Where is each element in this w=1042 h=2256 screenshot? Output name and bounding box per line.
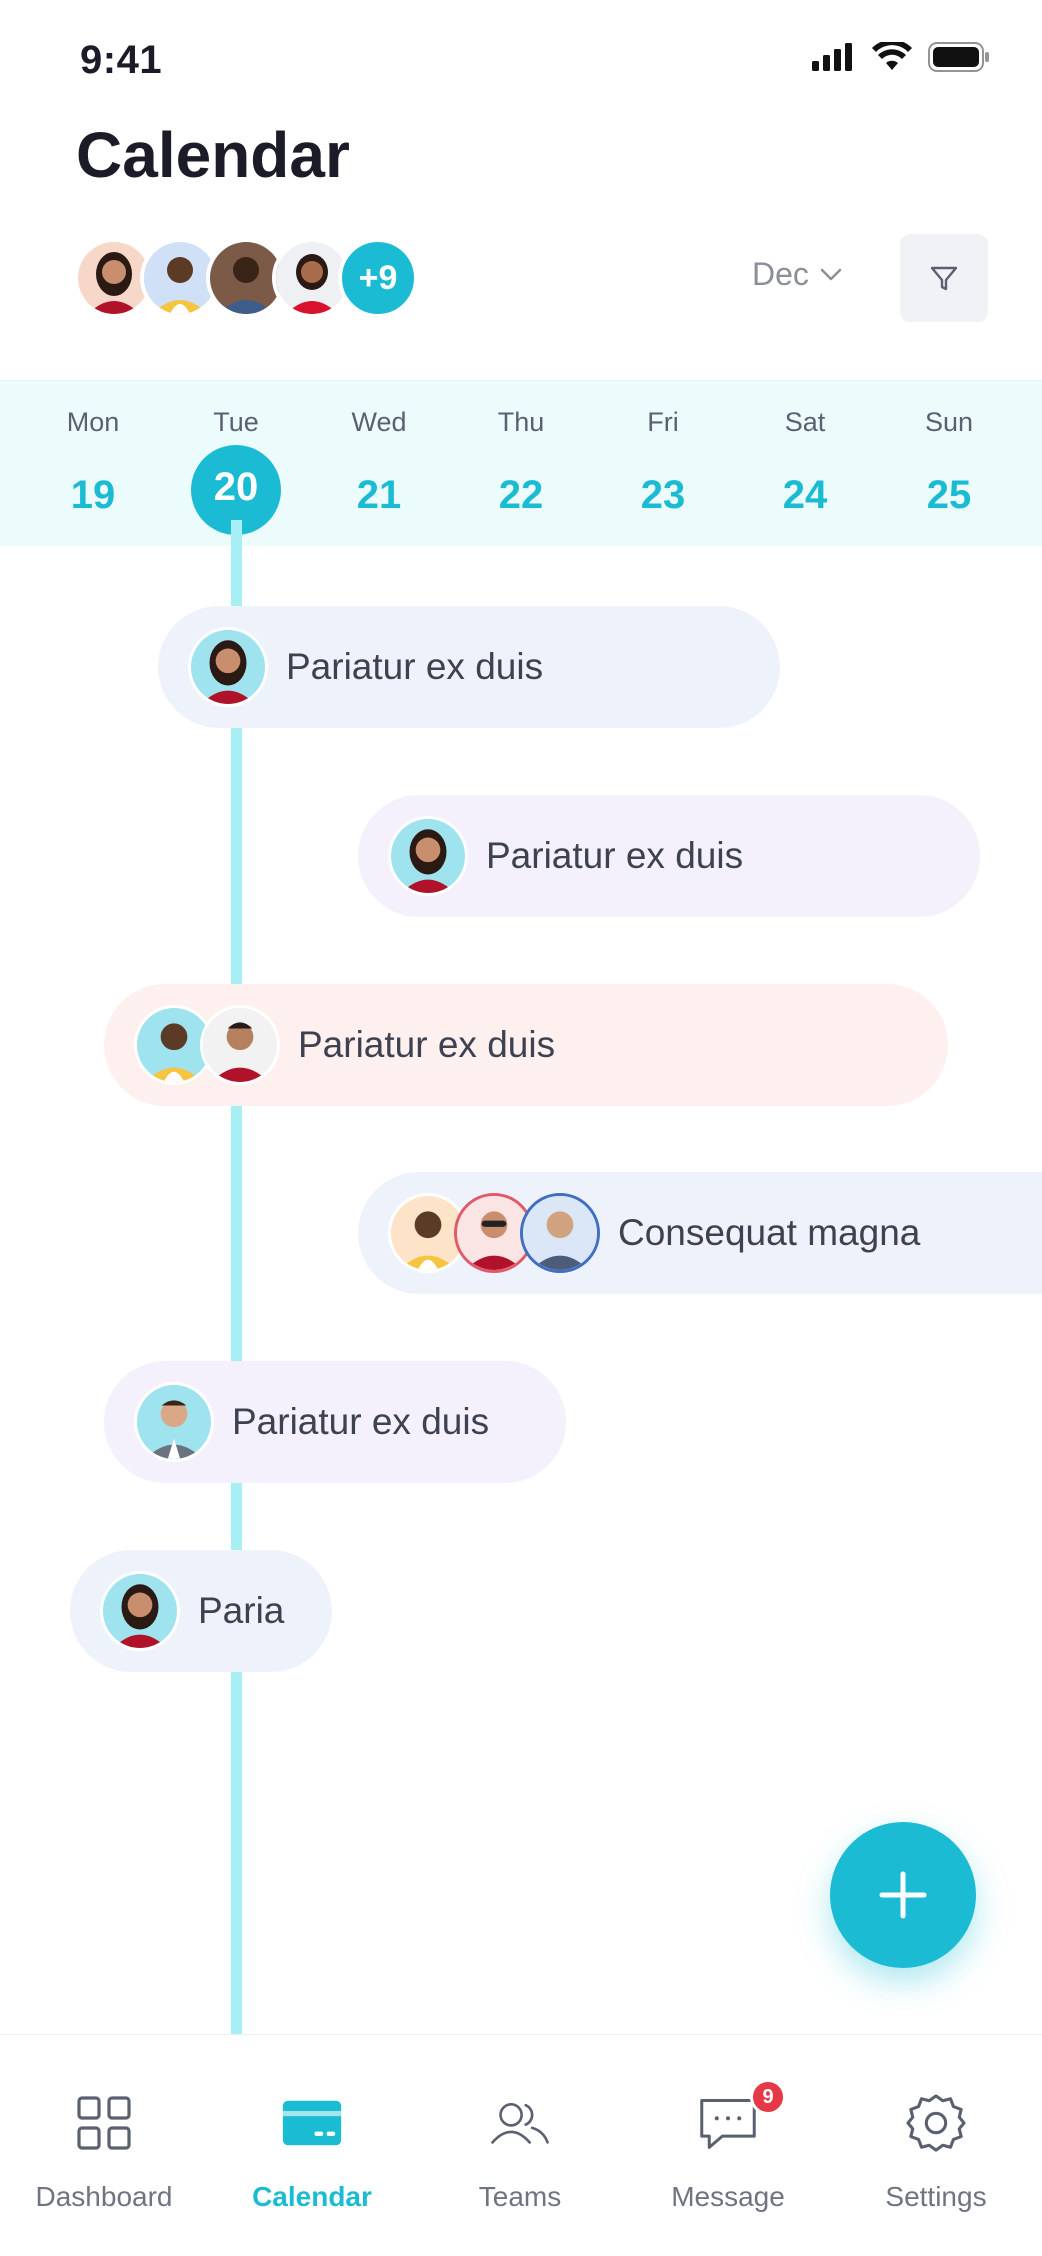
nav-label: Teams xyxy=(478,2181,562,2212)
week-strip: Mon 19 Tue 20 Wed 21 Thu 22 Fri 23 Sat 2… xyxy=(0,380,1042,546)
day-number: 20 xyxy=(213,465,259,509)
avatar xyxy=(520,1193,600,1273)
day-number: 25 xyxy=(926,473,972,517)
month-select[interactable]: Dec xyxy=(752,256,843,293)
more-members-badge[interactable]: +9 xyxy=(338,238,418,318)
event-title: Pariatur ex duis xyxy=(232,1401,490,1442)
day-number: 22 xyxy=(498,473,544,517)
event-attendees xyxy=(188,627,268,707)
avatar xyxy=(100,1571,180,1651)
grid-icon xyxy=(74,2093,134,2153)
event-attendees xyxy=(134,1382,214,1462)
unread-badge: 9 xyxy=(750,2079,786,2115)
event-title: Pariatur ex duis xyxy=(286,646,544,687)
day-wed[interactable]: Wed 21 xyxy=(319,381,439,547)
battery-icon xyxy=(928,42,989,72)
event-card[interactable]: Pariatur ex duis xyxy=(104,984,948,1106)
status-bar: 9:41 xyxy=(0,0,1042,120)
event-card[interactable]: Pariatur ex duis xyxy=(358,795,980,917)
event-attendees xyxy=(134,1005,280,1085)
signal-icon xyxy=(812,43,852,71)
users-icon xyxy=(490,2093,550,2153)
avatar xyxy=(188,627,268,707)
day-name: Thu xyxy=(497,407,545,437)
event-title: Paria xyxy=(198,1590,285,1631)
nav-label: Dashboard xyxy=(35,2181,173,2212)
event-attendees xyxy=(388,816,468,896)
day-name: Tue xyxy=(213,407,259,437)
avatar xyxy=(200,1005,280,1085)
message-icon: 9 xyxy=(698,2079,786,2153)
event-card[interactable]: Paria xyxy=(70,1550,332,1672)
filter-button[interactable] xyxy=(900,234,988,322)
avatar xyxy=(134,1382,214,1462)
timeline-line xyxy=(231,520,242,2035)
day-name: Wed xyxy=(351,407,407,437)
day-mon[interactable]: Mon 19 xyxy=(33,381,153,547)
nav-message[interactable]: 9 Message xyxy=(624,2035,832,2256)
day-name: Sun xyxy=(924,407,974,437)
day-name: Sat xyxy=(784,407,826,437)
event-title: Pariatur ex duis xyxy=(298,1024,556,1065)
bottom-nav: Dashboard Calendar Teams 9 Message Setti… xyxy=(0,2034,1042,2256)
month-label: Dec xyxy=(752,256,809,292)
nav-dashboard[interactable]: Dashboard xyxy=(0,2035,208,2256)
status-icons xyxy=(812,42,990,72)
nav-teams[interactable]: Teams xyxy=(416,2035,624,2256)
nav-calendar[interactable]: Calendar xyxy=(208,2035,416,2256)
wifi-icon xyxy=(872,42,912,70)
day-number: 19 xyxy=(70,473,116,517)
event-card[interactable]: Pariatur ex duis xyxy=(104,1361,566,1483)
nav-label: Calendar xyxy=(252,2181,372,2212)
page-title: Calendar xyxy=(76,119,350,191)
day-number: 23 xyxy=(640,473,686,517)
gear-icon xyxy=(906,2093,966,2153)
filter-icon xyxy=(930,266,958,291)
day-name: Fri xyxy=(647,407,679,437)
event-title: Consequat magna xyxy=(618,1212,921,1253)
day-name: Mon xyxy=(66,407,120,437)
event-card[interactable]: Consequat magna xyxy=(358,1172,1042,1294)
status-time: 9:41 xyxy=(80,38,163,82)
nav-settings[interactable]: Settings xyxy=(832,2035,1040,2256)
add-event-button[interactable] xyxy=(830,1822,976,1968)
event-attendees xyxy=(388,1193,600,1273)
avatar xyxy=(388,816,468,896)
day-number: 24 xyxy=(782,473,828,517)
day-sun[interactable]: Sun 25 xyxy=(889,381,1009,547)
event-attendees xyxy=(100,1571,180,1651)
card-icon xyxy=(282,2093,342,2153)
nav-label: Message xyxy=(671,2181,785,2212)
nav-label: Settings xyxy=(885,2181,987,2212)
event-title: Pariatur ex duis xyxy=(486,835,744,876)
event-card[interactable]: Pariatur ex duis xyxy=(158,606,780,728)
plus-icon xyxy=(879,1871,927,1919)
chevron-down-icon xyxy=(820,268,842,280)
day-sat[interactable]: Sat 24 xyxy=(745,381,865,547)
day-thu[interactable]: Thu 22 xyxy=(461,381,581,547)
day-number: 21 xyxy=(356,473,402,517)
day-fri[interactable]: Fri 23 xyxy=(603,381,723,547)
